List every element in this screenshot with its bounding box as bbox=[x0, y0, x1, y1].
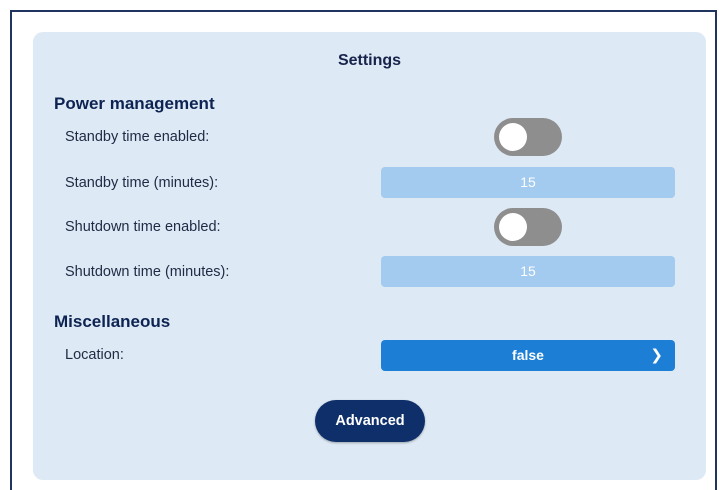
standby-minutes-input[interactable] bbox=[381, 167, 675, 198]
location-select[interactable]: false ❯ bbox=[381, 340, 675, 371]
panel-title: Settings bbox=[337, 52, 402, 69]
location-label: Location: bbox=[65, 347, 124, 363]
shutdown-enabled-toggle[interactable] bbox=[494, 208, 562, 246]
standby-minutes-label: Standby time (minutes): bbox=[65, 175, 219, 191]
section-heading-miscellaneous: Miscellaneous bbox=[54, 312, 171, 331]
toggle-knob bbox=[499, 213, 527, 241]
shutdown-enabled-label: Shutdown time enabled: bbox=[65, 219, 221, 235]
shutdown-minutes-label: Shutdown time (minutes): bbox=[65, 264, 230, 280]
section-heading-power-management: Power management bbox=[54, 94, 215, 113]
advanced-button[interactable]: Advanced bbox=[315, 400, 425, 442]
standby-enabled-toggle[interactable] bbox=[494, 118, 562, 156]
toggle-knob bbox=[499, 123, 527, 151]
settings-panel: Settings Power management Standby time e… bbox=[33, 32, 706, 480]
standby-enabled-label: Standby time enabled: bbox=[65, 129, 210, 145]
shutdown-minutes-input[interactable] bbox=[381, 256, 675, 287]
location-value: false bbox=[512, 347, 544, 363]
chevron-right-icon: ❯ bbox=[650, 347, 663, 364]
